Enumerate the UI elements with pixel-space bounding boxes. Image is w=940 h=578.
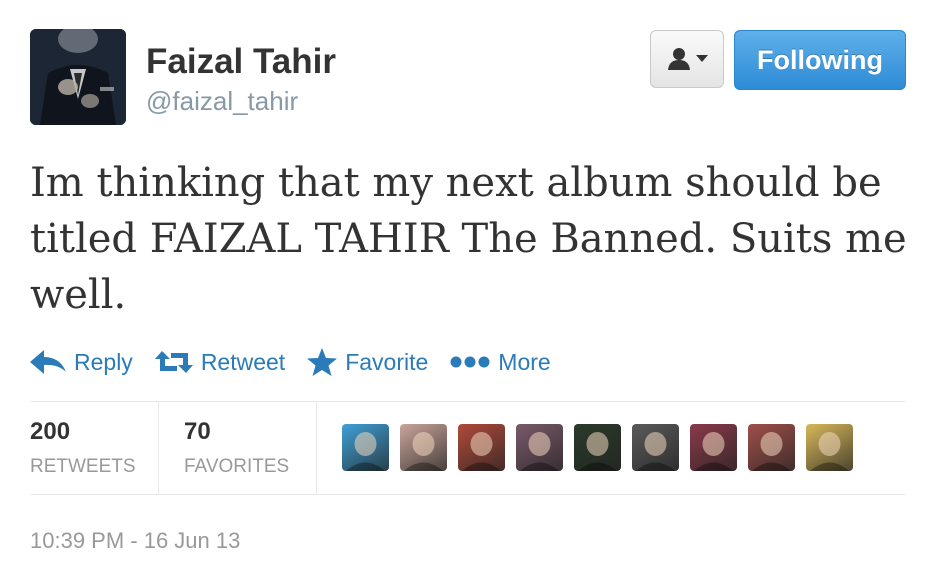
favoriter-avatar-1[interactable] (342, 424, 389, 471)
profile-name[interactable]: Faizal Tahir (146, 42, 336, 82)
favorites-count: 70 (184, 418, 211, 445)
favorites-label: FAVORITES (184, 456, 290, 477)
favoriter-avatar-4[interactable] (516, 424, 563, 471)
divider-top (30, 401, 906, 402)
reply-label: Reply (74, 348, 133, 375)
avatar-photo (30, 29, 126, 125)
retweets-stat[interactable]: 200 RETWEETS (30, 418, 136, 478)
favoriter-avatar-2[interactable] (400, 424, 447, 471)
retweets-count: 200 (30, 418, 71, 445)
retweet-action[interactable]: Retweet (154, 348, 286, 376)
divider-bottom (30, 494, 906, 495)
caret-down-icon (696, 55, 708, 62)
retweet-icon (154, 351, 193, 373)
following-button[interactable]: Following (734, 30, 906, 90)
retweets-label: RETWEETS (30, 456, 136, 477)
favoriter-avatar-9[interactable] (806, 424, 853, 471)
person-icon (668, 48, 690, 70)
more-action[interactable]: More (450, 348, 551, 376)
favoriter-avatar-8[interactable] (748, 424, 795, 471)
favoriters-list (342, 424, 853, 471)
retweet-label: Retweet (200, 348, 286, 375)
profile-avatar[interactable] (30, 29, 126, 125)
tweet-timestamp[interactable]: 10:39 PM - 16 Jun 13 (30, 528, 240, 554)
favorites-stat[interactable]: 70 FAVORITES (184, 418, 289, 478)
more-dots-icon (450, 356, 490, 368)
user-actions-dropdown[interactable] (650, 30, 724, 88)
favorite-label: Favorite (345, 348, 429, 375)
stat-separator (316, 402, 317, 494)
stat-separator (158, 402, 159, 494)
reply-action[interactable]: Reply (30, 349, 133, 376)
favoriter-avatar-6[interactable] (632, 424, 679, 471)
favoriter-avatar-7[interactable] (690, 424, 737, 471)
reply-icon (30, 350, 66, 374)
tweet-text: Im thinking that my next album should be… (30, 160, 907, 318)
favoriter-avatar-3[interactable] (458, 424, 505, 471)
profile-handle[interactable]: @faizal_tahir (146, 86, 298, 117)
star-icon (307, 348, 338, 376)
favorite-action[interactable]: Favorite (307, 348, 428, 376)
favoriter-avatar-5[interactable] (574, 424, 621, 471)
more-label: More (498, 348, 551, 375)
tweet-actions: Reply Retweet Favorite More (30, 344, 573, 380)
